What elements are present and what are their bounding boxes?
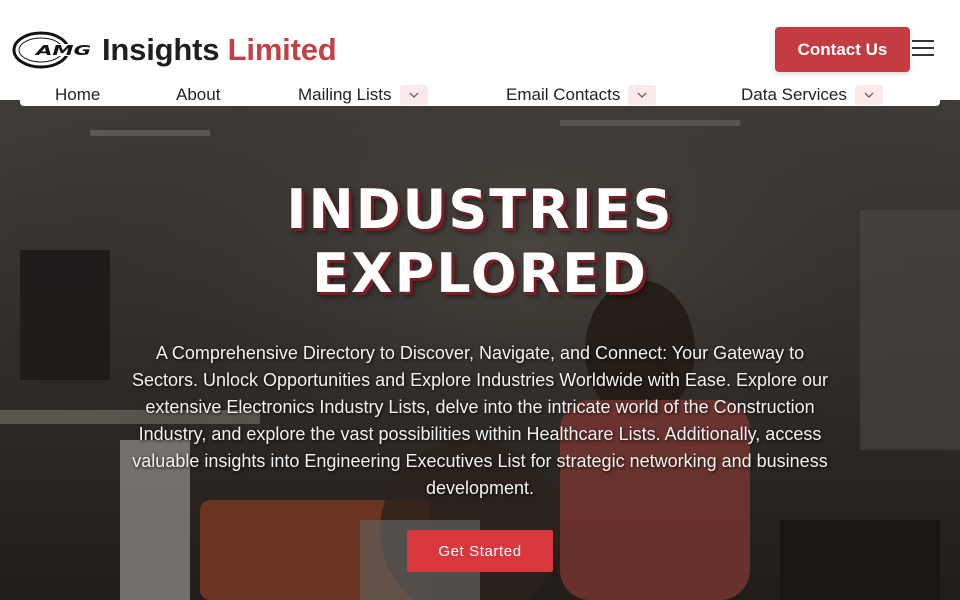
amg-logo-mark: AMG — [12, 31, 92, 69]
hero-title-line-1: INDUSTRIES — [286, 178, 674, 241]
logo[interactable]: AMG Insights Limited — [11, 30, 337, 70]
hero-description: A Comprehensive Directory to Discover, N… — [132, 343, 828, 498]
hero-title-line-2: EXPLORED — [312, 242, 648, 305]
main-nav: Home About Mailing Lists Email Contacts … — [20, 85, 940, 106]
nav-item-label: Mailing Lists — [298, 85, 392, 104]
get-started-button[interactable]: Get Started — [407, 530, 553, 572]
brand-name: Insights Limited — [102, 30, 337, 70]
nav-item-email-contacts[interactable]: Email Contacts — [506, 85, 657, 105]
brand-insights: Insights — [102, 32, 220, 67]
nav-item-about[interactable]: About — [176, 85, 220, 105]
nav-item-mailing-lists[interactable]: Mailing Lists — [298, 85, 428, 105]
nav-item-home[interactable]: Home — [55, 85, 100, 105]
hero-title: INDUSTRIES EXPLORED — [0, 178, 960, 306]
contact-us-button[interactable]: Contact Us — [775, 27, 910, 72]
nav-item-label: Email Contacts — [506, 85, 621, 104]
nav-item-data-services[interactable]: Data Services — [741, 85, 883, 105]
chevron-down-icon[interactable] — [854, 85, 883, 105]
nav-item-label: About — [176, 85, 221, 104]
hamburger-icon[interactable] — [912, 40, 934, 58]
logo-mark-text: AMG — [34, 44, 91, 59]
chevron-down-icon[interactable] — [399, 85, 428, 105]
nav-item-label: Home — [55, 85, 101, 104]
brand-limited: Limited — [227, 32, 337, 67]
chevron-down-icon[interactable] — [628, 85, 657, 105]
nav-item-label: Data Services — [741, 85, 847, 104]
hero-section: INDUSTRIES EXPLORED A Comprehensive Dire… — [0, 100, 960, 600]
